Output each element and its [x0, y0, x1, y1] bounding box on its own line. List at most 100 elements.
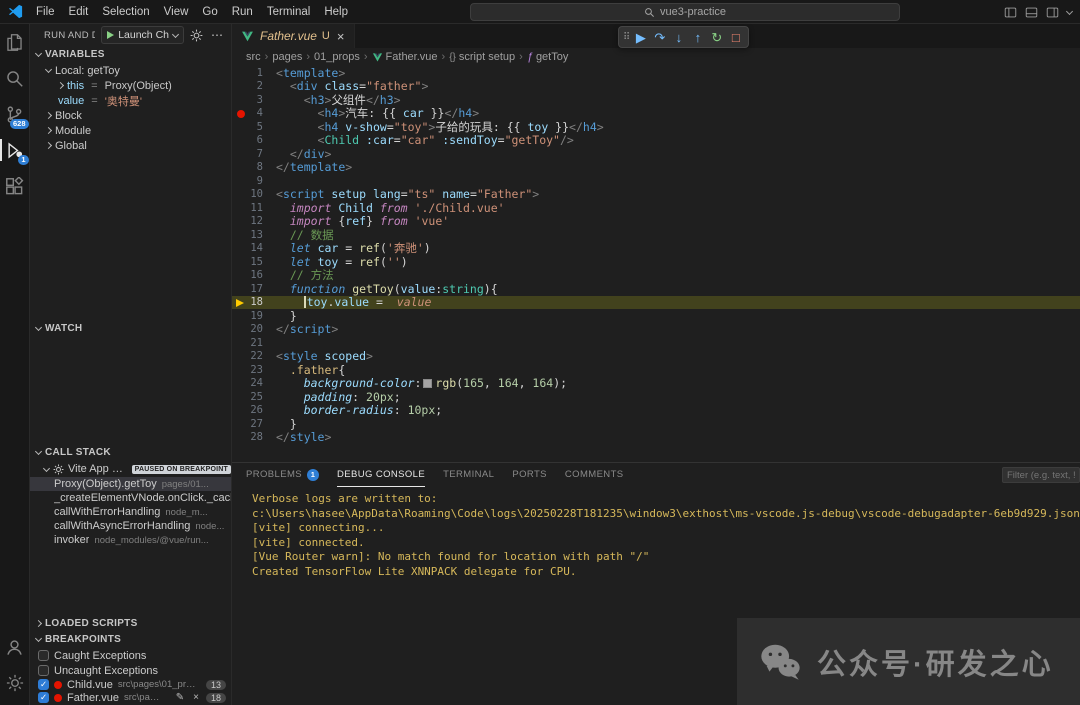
line-gutter[interactable]: 5: [232, 120, 276, 134]
code-line[interactable]: 6 <Child :car="car" :sendToy="getToy"/>: [232, 134, 1080, 148]
stack-frame[interactable]: _createElementVNode.onClick._cache...: [30, 491, 231, 505]
tab-father-vue[interactable]: Father.vue U ×: [232, 24, 355, 48]
code-line[interactable]: 26 border-radius: 10px;: [232, 404, 1080, 418]
code-line[interactable]: 27 }: [232, 417, 1080, 431]
toggle-secondary-sidebar-icon[interactable]: [1046, 6, 1059, 19]
panel-tab-ports[interactable]: PORTS: [512, 463, 547, 487]
line-gutter[interactable]: 3: [232, 93, 276, 107]
checkbox[interactable]: [38, 650, 49, 661]
toggle-sidebar-icon[interactable]: [1004, 6, 1017, 19]
line-gutter[interactable]: 7: [232, 147, 276, 161]
menu-file[interactable]: File: [29, 0, 62, 23]
code-line[interactable]: 10<script setup lang="ts" name="Father">: [232, 188, 1080, 202]
menu-help[interactable]: Help: [317, 0, 355, 23]
breadcrumb-item-01-props[interactable]: 01_props: [314, 51, 360, 63]
breadcrumb-item-pages[interactable]: pages: [272, 51, 302, 63]
code-line[interactable]: 22<style scoped>: [232, 350, 1080, 364]
console-filter-input[interactable]: [1002, 467, 1080, 483]
panel-tab-comments[interactable]: COMMENTS: [565, 463, 624, 487]
line-gutter[interactable]: 11: [232, 201, 276, 215]
tab-close-icon[interactable]: ×: [336, 30, 346, 43]
code-line[interactable]: 9: [232, 174, 1080, 188]
activity-account[interactable]: [0, 629, 30, 665]
toolbar-drag-grip[interactable]: ⠿: [622, 32, 631, 43]
breakpoint-uncaught-exceptions[interactable]: Uncaught Exceptions: [30, 663, 231, 678]
watch-section-header[interactable]: WATCH: [30, 320, 231, 337]
variables-scope-block[interactable]: Block: [30, 108, 231, 123]
menu-go[interactable]: Go: [195, 0, 224, 23]
code-line[interactable]: 15 let toy = ref(''): [232, 255, 1080, 269]
line-gutter[interactable]: 27: [232, 417, 276, 431]
variables-scope-global[interactable]: Global: [30, 138, 231, 153]
code-line[interactable]: 19 }: [232, 309, 1080, 323]
checkbox[interactable]: [38, 665, 49, 676]
code-line[interactable]: 23 .father{: [232, 363, 1080, 377]
panel-tab-terminal[interactable]: TERMINAL: [443, 463, 494, 487]
line-gutter[interactable]: 9: [232, 174, 276, 188]
menu-terminal[interactable]: Terminal: [260, 0, 317, 23]
code-area[interactable]: 1<template>2 <div class="father">3 <h3>父…: [232, 66, 1080, 462]
stack-frame[interactable]: invokernode_modules/@vue/run...: [30, 533, 231, 547]
line-gutter[interactable]: 22: [232, 350, 276, 364]
code-line[interactable]: 25 padding: 20px;: [232, 390, 1080, 404]
menu-edit[interactable]: Edit: [62, 0, 96, 23]
edit-breakpoint-icon[interactable]: ✎: [174, 692, 186, 703]
breakpoint-father-vue[interactable]: ✓Father.vuesrc\pages\01...✎×18: [30, 691, 231, 704]
code-line[interactable]: 16 // 方法: [232, 269, 1080, 283]
line-gutter[interactable]: 2: [232, 80, 276, 94]
customize-layout-chevron-icon[interactable]: [1066, 7, 1073, 14]
restart-button[interactable]: ↻: [707, 28, 726, 47]
line-gutter[interactable]: 6: [232, 134, 276, 148]
code-line[interactable]: 1<template>: [232, 66, 1080, 80]
line-gutter[interactable]: 28: [232, 431, 276, 445]
line-gutter[interactable]: 12: [232, 215, 276, 229]
code-line[interactable]: 18 toy.value = value: [232, 296, 1080, 310]
variables-scope-module[interactable]: Module: [30, 123, 231, 138]
stack-frame[interactable]: callWithErrorHandlingnode_m...: [30, 505, 231, 519]
breakpoint-child-vue[interactable]: ✓Child.vuesrc\pages\01_props13: [30, 678, 231, 691]
code-line[interactable]: 24 background-color:rgb(165, 164, 164);: [232, 377, 1080, 391]
step-out-button[interactable]: ↑: [688, 28, 707, 47]
stop-button[interactable]: □: [726, 28, 745, 47]
line-gutter[interactable]: 4: [232, 107, 276, 121]
step-into-button[interactable]: ↓: [669, 28, 688, 47]
checkbox[interactable]: ✓: [38, 692, 49, 703]
breadcrumb-item-script-setup[interactable]: {}script setup: [449, 51, 515, 63]
line-gutter[interactable]: 13: [232, 228, 276, 242]
line-gutter[interactable]: 20: [232, 323, 276, 337]
breakpoint-icon[interactable]: [237, 110, 245, 118]
variables-scope-row[interactable]: Local: getToy: [30, 63, 231, 78]
line-gutter[interactable]: 16: [232, 269, 276, 283]
line-gutter[interactable]: 25: [232, 390, 276, 404]
remove-breakpoint-icon[interactable]: ×: [191, 692, 201, 703]
line-gutter[interactable]: 23: [232, 363, 276, 377]
activity-source-control[interactable]: 628: [0, 96, 30, 132]
debug-settings-gear-icon[interactable]: [190, 29, 203, 42]
launch-config-chevron-icon[interactable]: [172, 30, 179, 37]
line-gutter[interactable]: 21: [232, 336, 276, 350]
code-line[interactable]: 11 import Child from './Child.vue': [232, 201, 1080, 215]
launch-config-button[interactable]: Launch Ch: [101, 26, 184, 44]
line-gutter[interactable]: 19: [232, 309, 276, 323]
line-gutter[interactable]: 10: [232, 188, 276, 202]
call-stack-section-header[interactable]: CALL STACK: [30, 444, 231, 461]
menu-run[interactable]: Run: [225, 0, 260, 23]
line-gutter[interactable]: 24: [232, 377, 276, 391]
step-over-button[interactable]: ↷: [650, 28, 669, 47]
activity-settings[interactable]: [0, 665, 30, 701]
breadcrumb-item-src[interactable]: src: [246, 51, 261, 63]
command-center-search[interactable]: vue3-practice: [470, 3, 900, 21]
code-line[interactable]: 8</template>: [232, 161, 1080, 175]
stack-frame[interactable]: callWithAsyncErrorHandlingnode...: [30, 519, 231, 533]
menu-view[interactable]: View: [157, 0, 196, 23]
code-line[interactable]: 7 </div>: [232, 147, 1080, 161]
code-line[interactable]: 12 import {ref} from 'vue': [232, 215, 1080, 229]
breakpoint-caught-exceptions[interactable]: Caught Exceptions: [30, 648, 231, 663]
variable-this[interactable]: this=Proxy(Object): [30, 78, 231, 93]
code-line[interactable]: 21: [232, 336, 1080, 350]
breakpoints-section-header[interactable]: BREAKPOINTS: [30, 631, 231, 648]
line-gutter[interactable]: 14: [232, 242, 276, 256]
breadcrumb-item-gettoy[interactable]: ƒgetToy: [527, 51, 569, 63]
more-actions-icon[interactable]: ⋯: [209, 28, 225, 42]
activity-search[interactable]: [0, 60, 30, 96]
